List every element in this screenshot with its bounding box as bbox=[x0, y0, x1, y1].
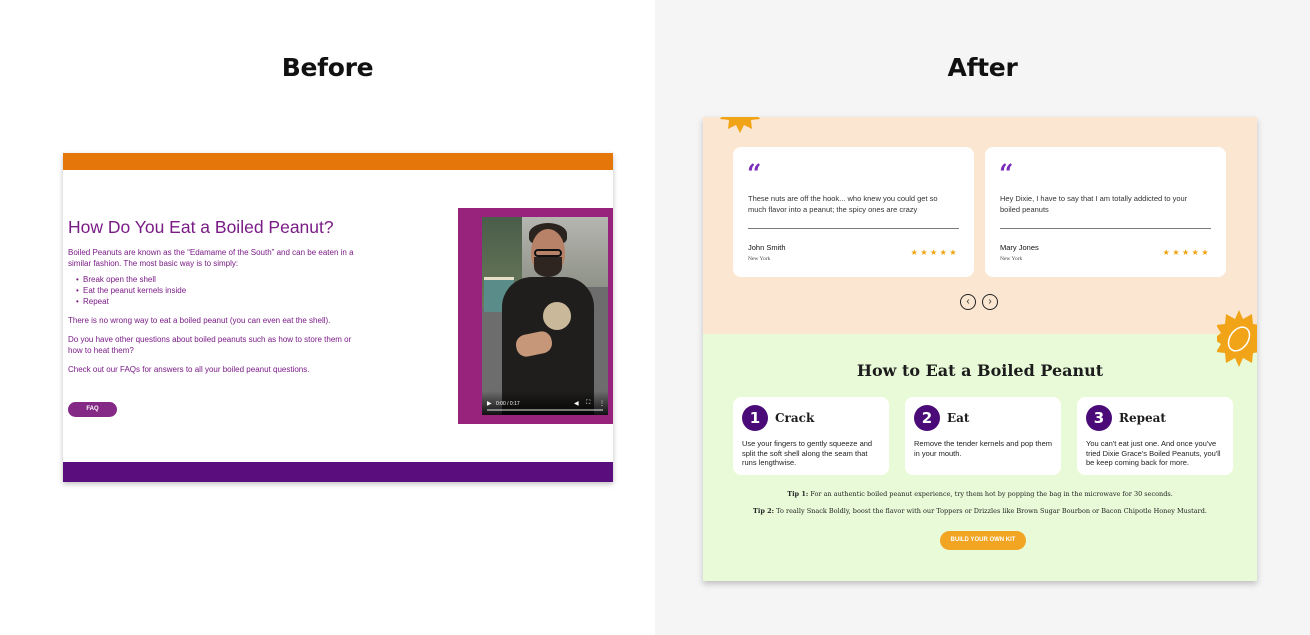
step-title: Eat bbox=[947, 411, 970, 425]
list-item: Break open the shell bbox=[76, 274, 368, 285]
howto-title: How to Eat a Boiled Peanut bbox=[856, 361, 1104, 380]
no-wrong-way-paragraph: There is no wrong way to eat a boiled pe… bbox=[68, 316, 331, 325]
peanut-badge-icon bbox=[720, 117, 760, 133]
video-frame: ▶ 0:00 / 0:17 ◀ ⛶ ⋮ bbox=[458, 208, 613, 424]
build-your-own-kit-button[interactable]: BUILD YOUR OWN KIT bbox=[940, 531, 1026, 550]
tip-label: Tip 1: bbox=[787, 490, 809, 498]
before-content: Boiled Peanuts are known as the “Edamame… bbox=[68, 247, 368, 383]
carousel-next-button[interactable]: › bbox=[982, 294, 998, 310]
step-number: 2 bbox=[914, 405, 940, 431]
step-card-repeat: 3 Repeat You can't eat just one. And onc… bbox=[1077, 397, 1233, 475]
step-number: 3 bbox=[1086, 405, 1112, 431]
play-icon[interactable]: ▶ bbox=[487, 400, 492, 407]
tip-label: Tip 2: bbox=[753, 507, 775, 515]
quote-icon: “ bbox=[747, 159, 762, 188]
check-faqs-paragraph: Check out our FAQs for answers to all yo… bbox=[68, 365, 310, 374]
reviewer-location: New York bbox=[748, 256, 771, 262]
step-text: Remove the tender kernels and pop them i… bbox=[914, 439, 1052, 458]
steps-list: Break open the shell Eat the peanut kern… bbox=[76, 274, 368, 307]
volume-icon[interactable]: ◀ bbox=[574, 400, 579, 407]
step-text: Use your fingers to gently squeeze and s… bbox=[742, 439, 873, 467]
intro-paragraph: Boiled Peanuts are known as the “Edamame… bbox=[68, 248, 354, 268]
faq-button[interactable]: FAQ bbox=[68, 402, 117, 417]
step-number: 1 bbox=[742, 405, 768, 431]
before-heading: Before bbox=[281, 53, 374, 82]
video-shirt-logo bbox=[540, 299, 574, 333]
tip-text: To really Snack Boldly, boost the flavor… bbox=[774, 507, 1207, 515]
review-card: “ These nuts are off the hook... who kne… bbox=[733, 147, 974, 277]
review-card: “ Hey Dixie, I have to say that I am tot… bbox=[985, 147, 1226, 277]
list-item: Eat the peanut kernels inside bbox=[76, 285, 368, 296]
reviewer-name: Mary Jones bbox=[1000, 243, 1039, 252]
video-progress-bar[interactable] bbox=[487, 409, 603, 411]
other-questions-paragraph: Do you have other questions about boiled… bbox=[68, 335, 352, 355]
step-text: You can't eat just one. And once you've … bbox=[1086, 439, 1221, 467]
bottom-accent-bar bbox=[63, 462, 613, 482]
before-screenshot: How Do You Eat a Boiled Peanut? Boiled P… bbox=[63, 153, 613, 482]
review-divider bbox=[748, 228, 959, 229]
step-title: Repeat bbox=[1119, 411, 1166, 425]
video-person-beard bbox=[534, 257, 562, 277]
top-accent-bar bbox=[63, 153, 613, 170]
before-panel: Before How Do You Eat a Boiled Peanut? B… bbox=[0, 0, 655, 635]
star-rating-icon: ★★★★★ bbox=[910, 248, 959, 257]
step-card-crack: 1 Crack Use your fingers to gently squee… bbox=[733, 397, 889, 475]
carousel-prev-button[interactable]: ‹ bbox=[960, 294, 976, 310]
after-heading: After bbox=[947, 53, 1018, 82]
tip-text: For an authentic boiled peanut experienc… bbox=[808, 490, 1173, 498]
list-item: Repeat bbox=[76, 296, 368, 307]
tip-2: Tip 2: To really Snack Boldly, boost the… bbox=[703, 507, 1257, 515]
star-rating-icon: ★★★★★ bbox=[1162, 248, 1211, 257]
fullscreen-icon[interactable]: ⛶ bbox=[586, 400, 590, 407]
tip-1: Tip 1: For an authentic boiled peanut ex… bbox=[703, 490, 1257, 498]
video-player[interactable]: ▶ 0:00 / 0:17 ◀ ⛶ ⋮ bbox=[482, 217, 608, 415]
quote-icon: “ bbox=[999, 159, 1014, 188]
after-panel: After “ These nuts are off the hook... w… bbox=[655, 0, 1310, 635]
review-text: These nuts are off the hook... who knew … bbox=[748, 194, 938, 214]
more-icon[interactable]: ⋮ bbox=[599, 400, 605, 407]
step-card-eat: 2 Eat Remove the tender kernels and pop … bbox=[905, 397, 1061, 475]
review-text: Hey Dixie, I have to say that I am total… bbox=[1000, 194, 1188, 214]
video-time: 0:00 / 0:17 bbox=[496, 401, 520, 407]
review-divider bbox=[1000, 228, 1211, 229]
before-page-title: How Do You Eat a Boiled Peanut? bbox=[68, 217, 334, 237]
after-screenshot: “ These nuts are off the hook... who kne… bbox=[703, 117, 1257, 581]
step-title: Crack bbox=[775, 411, 815, 425]
reviewer-name: John Smith bbox=[748, 243, 786, 252]
reviewer-location: New York bbox=[1000, 256, 1023, 262]
video-person-glasses bbox=[534, 249, 562, 257]
